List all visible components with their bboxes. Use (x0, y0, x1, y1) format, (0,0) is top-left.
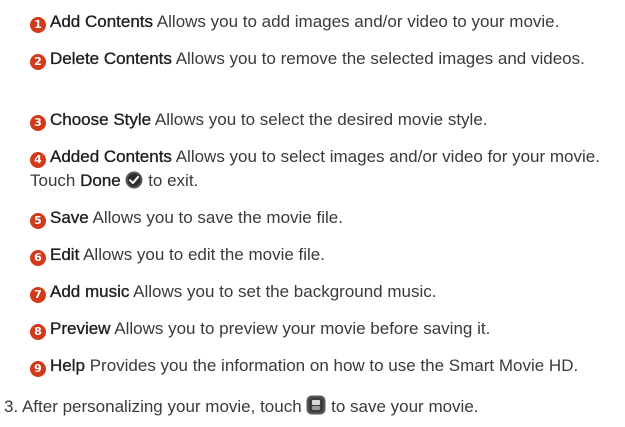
checkmark-circle-icon (125, 171, 143, 196)
list-item-choose-style: 3 Choose Style Allows you to select the d… (30, 108, 620, 132)
number-badge: 2 (30, 54, 46, 70)
step-text-before: 3. After personalizing your movie, touch (4, 397, 307, 416)
item-term: Add music (50, 282, 130, 301)
item-description: Provides you the information on how to u… (84, 356, 579, 375)
item-description: Allows you to set the background music. (129, 282, 437, 301)
list-item-save: 5 Save Allows you to save the movie file. (30, 206, 620, 230)
list-item-preview: 8 Preview Allows you to preview your movi… (30, 317, 620, 341)
list-item-delete-contents: 2 Delete Contents Allows you to remove th… (30, 47, 620, 71)
item-description: Allows you to add images and/or video to… (153, 12, 560, 31)
item-term: Save (50, 208, 89, 227)
done-term: Done (80, 171, 121, 190)
item-term: Added Contents (50, 147, 172, 166)
item-description: Allows you to remove the selected images… (171, 49, 585, 68)
item-description: Allows you to save the movie file. (88, 208, 343, 227)
item-description: Allows you to edit the movie file. (79, 245, 325, 264)
list-item-add-music: 7 Add music Allows you to set the backgro… (30, 280, 620, 304)
list-item-add-contents: 1 Add Contents Allows you to add images a… (30, 10, 620, 34)
number-badge: 7 (30, 287, 46, 303)
item-term: Help (50, 356, 85, 375)
item-term: Choose Style (50, 110, 152, 129)
list-item-added-contents: 4 Added Contents Allows you to select ima… (30, 145, 620, 196)
list-item-help: 9 Help Provides you the information on ho… (30, 354, 620, 378)
step-text-after: to save your movie. (326, 397, 479, 416)
save-icon (306, 395, 326, 422)
item-term: Preview (50, 319, 111, 338)
step-3-instruction: 3. After personalizing your movie, touch… (4, 395, 479, 422)
item-term: Add Contents (50, 12, 154, 31)
list-item-edit: 6 Edit Allows you to edit the movie file. (30, 243, 620, 267)
number-badge: 5 (30, 213, 46, 229)
number-badge: 3 (30, 115, 46, 131)
item-description-end: to exit. (143, 171, 199, 190)
item-description: Allows you to preview your movie before … (110, 319, 491, 338)
number-badge: 1 (30, 17, 46, 33)
number-badge: 8 (30, 324, 46, 340)
item-term: Delete Contents (50, 49, 172, 68)
number-badge: 6 (30, 250, 46, 266)
number-badge: 4 (30, 152, 46, 168)
item-description: Allows you to select the desired movie s… (151, 110, 488, 129)
item-term: Edit (50, 245, 80, 264)
number-badge: 9 (30, 361, 46, 377)
